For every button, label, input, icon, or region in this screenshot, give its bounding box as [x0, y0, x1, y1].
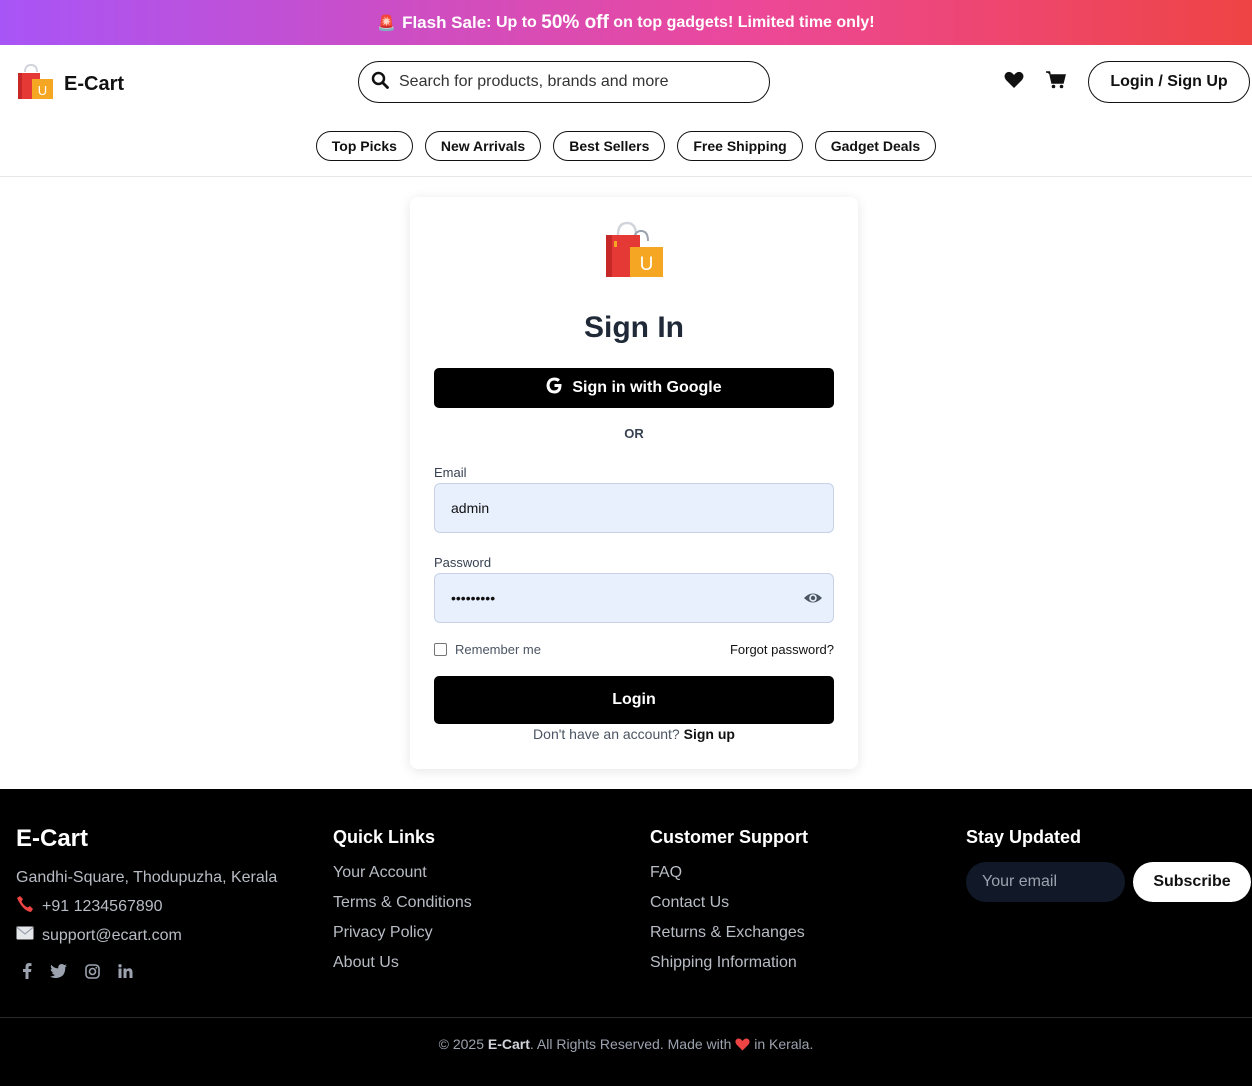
footer-newsletter-column: Stay Updated Subscribe — [966, 825, 1251, 902]
footer-phone: +91 1234567890 — [16, 895, 277, 918]
password-field-wrapper — [434, 573, 834, 623]
remember-me-checkbox[interactable] — [434, 643, 447, 656]
footer-support-column: Customer Support FAQ Contact Us Returns … — [650, 825, 808, 972]
category-pill-gadget-deals[interactable]: Gadget Deals — [814, 131, 937, 161]
no-account-text: Don't have an account? — [533, 726, 680, 742]
signin-title: Sign In — [584, 311, 684, 344]
shopping-bag-logo-icon: U — [16, 63, 54, 105]
copyright-mid: . All Rights Reserved. Made with — [529, 1036, 736, 1052]
copyright: © 2025 E-Cart. All Rights Reserved. Made… — [0, 1036, 1252, 1054]
newsletter-form: Subscribe — [966, 862, 1251, 902]
cart-icon[interactable] — [1046, 71, 1066, 94]
signup-link[interactable]: Sign up — [684, 726, 735, 742]
category-pill-best-sellers[interactable]: Best Sellers — [553, 131, 666, 161]
envelope-icon — [16, 926, 34, 945]
banner-text-1: : Up to — [486, 13, 542, 31]
login-signup-button[interactable]: Login / Sign Up — [1088, 61, 1250, 103]
copyright-suffix: in Kerala. — [750, 1036, 814, 1052]
newsletter-email-input[interactable] — [966, 862, 1125, 902]
footer-link-terms[interactable]: Terms & Conditions — [333, 894, 472, 912]
brand-link[interactable]: U E-Cart — [16, 63, 125, 105]
subscribe-button[interactable]: Subscribe — [1133, 862, 1251, 902]
password-label: Password — [434, 555, 492, 570]
category-pill-top-picks[interactable]: Top Picks — [315, 131, 413, 161]
signin-card: U Sign In Sign in with Google OR Email P… — [410, 197, 858, 769]
google-signin-button[interactable]: Sign in with Google — [434, 368, 834, 408]
search-input[interactable] — [399, 73, 739, 91]
flash-sale-label: Flash Sale — [402, 12, 487, 32]
customer-support-heading: Customer Support — [650, 827, 809, 847]
main-content: U Sign In Sign in with Google OR Email P… — [0, 177, 1252, 788]
search-bar[interactable] — [358, 61, 770, 103]
site-footer: E-Cart Gandhi-Square, Thodupuzha, Kerala… — [0, 789, 1252, 1086]
footer-quick-links-column: Quick Links Your Account Terms & Conditi… — [333, 825, 472, 972]
twitter-icon[interactable] — [50, 964, 67, 983]
category-pill-free-shipping[interactable]: Free Shipping — [677, 131, 803, 161]
footer-brand: E-Cart — [16, 825, 89, 852]
footer-link-contact[interactable]: Contact Us — [650, 894, 808, 912]
footer-link-shipping[interactable]: Shipping Information — [650, 954, 808, 972]
category-pill-new-arrivals[interactable]: New Arrivals — [424, 131, 542, 161]
email-label: Email — [434, 465, 467, 480]
remember-me-label: Remember me — [455, 642, 541, 657]
banner-text-2: on top gadgets! Limited time only! — [608, 13, 875, 31]
flash-sale-banner: 🚨 Flash Sale : Up to 50% off on top gadg… — [0, 0, 1252, 45]
svg-text:U: U — [38, 83, 47, 98]
siren-icon: 🚨 — [377, 14, 397, 32]
footer-address: Gandhi-Square, Thodupuzha, Kerala — [16, 869, 278, 886]
category-nav: Top Picks New Arrivals Best Sellers Free… — [0, 120, 1252, 177]
footer-link-privacy[interactable]: Privacy Policy — [333, 924, 472, 942]
shopping-bag-logo-icon: U — [604, 221, 664, 284]
quick-links-heading: Quick Links — [333, 827, 436, 847]
heart-icon — [735, 1038, 750, 1054]
email-field-wrapper — [434, 483, 834, 533]
facebook-icon[interactable] — [22, 963, 32, 984]
google-signin-label: Sign in with Google — [572, 379, 722, 396]
footer-phone-text: +91 1234567890 — [42, 897, 163, 915]
footer-divider — [0, 1017, 1252, 1018]
footer-brand-column: E-Cart Gandhi-Square, Thodupuzha, Kerala… — [16, 825, 277, 984]
footer-email-text: support@ecart.com — [42, 926, 182, 944]
password-field[interactable] — [451, 590, 781, 606]
phone-icon — [16, 895, 34, 918]
remember-me[interactable]: Remember me — [434, 642, 541, 657]
footer-link-about[interactable]: About Us — [333, 954, 472, 972]
copyright-prefix: © 2025 — [438, 1036, 488, 1052]
linkedin-icon[interactable] — [118, 964, 133, 983]
footer-link-faq[interactable]: FAQ — [650, 864, 808, 882]
stay-updated-heading: Stay Updated — [966, 827, 1082, 847]
footer-link-returns[interactable]: Returns & Exchanges — [650, 924, 808, 942]
footer-link-your-account[interactable]: Your Account — [333, 864, 472, 882]
search-icon — [371, 71, 389, 94]
social-links — [22, 963, 277, 984]
google-icon — [546, 377, 563, 399]
instagram-icon[interactable] — [85, 963, 100, 984]
signup-prompt: Don't have an account? Sign up — [410, 726, 858, 742]
copyright-brand: E-Cart — [487, 1036, 530, 1052]
banner-discount: 50% off — [541, 11, 609, 33]
or-divider: OR — [624, 426, 644, 441]
svg-text:U: U — [640, 254, 654, 275]
footer-email: support@ecart.com — [16, 926, 277, 945]
forgot-password-link[interactable]: Forgot password? — [730, 642, 834, 657]
show-password-eye-icon[interactable] — [803, 588, 823, 613]
login-submit-button[interactable]: Login — [434, 676, 834, 724]
email-field[interactable] — [451, 500, 781, 516]
site-header: U E-Cart Login / Sign Up — [0, 45, 1252, 120]
wishlist-heart-icon[interactable] — [1004, 71, 1024, 94]
brand-name: E-Cart — [64, 73, 125, 95]
